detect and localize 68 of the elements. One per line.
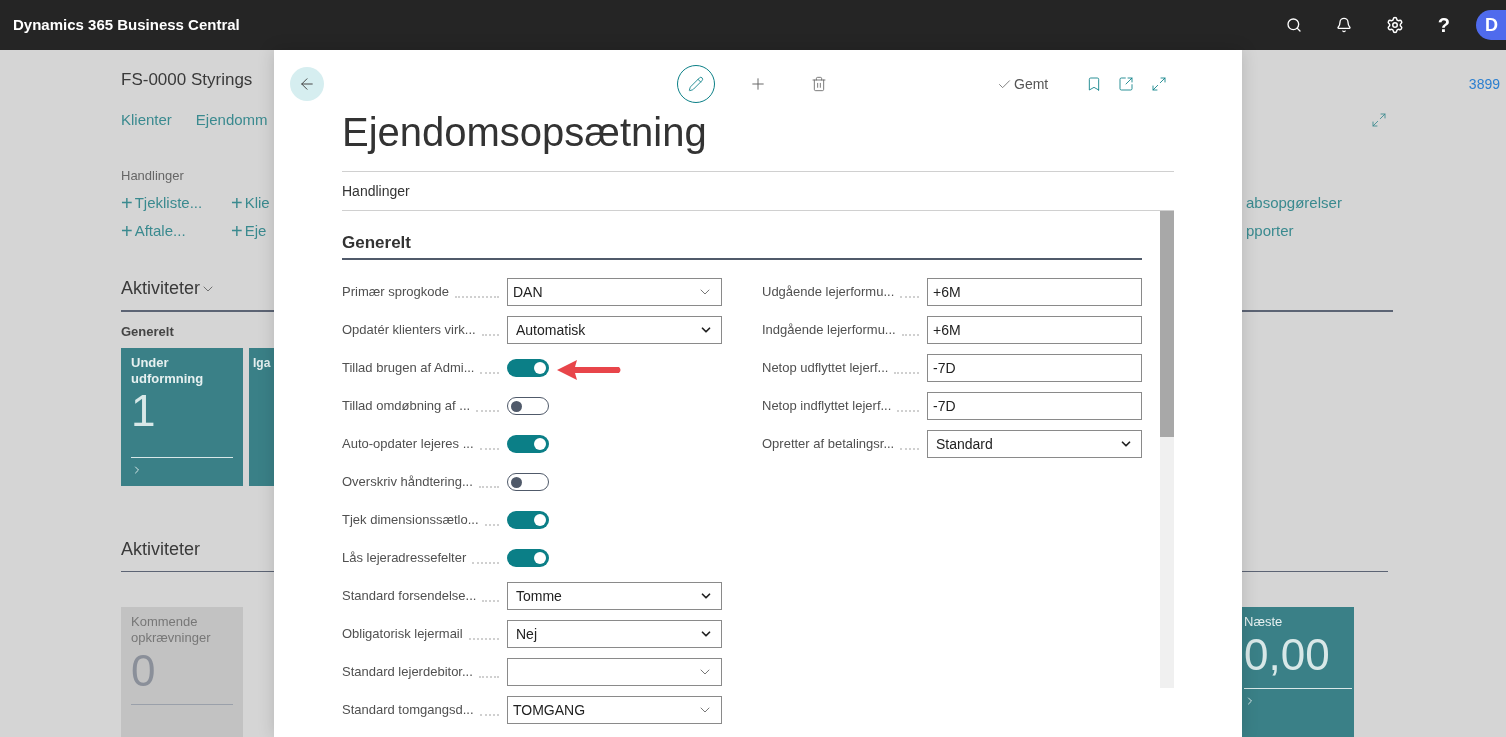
field-label: Tillad omdøbning af ... (342, 397, 471, 416)
dropdown-field[interactable] (507, 658, 722, 686)
dropdown-field[interactable]: DAN (507, 278, 722, 306)
field-label: Tillad brugen af Admi... (342, 359, 475, 378)
section-heading: Aktiviteter (121, 538, 201, 559)
arrow-annotation (555, 358, 623, 382)
tile-title: Kommende opkrævninger (131, 613, 212, 646)
field-label: Netop udflyttet lejerf... (762, 359, 889, 378)
field-label: Indgående lejerformu... (762, 321, 896, 340)
toggle-switch[interactable] (507, 549, 549, 567)
tile-value: 0,00 (1244, 629, 1331, 680)
text-field[interactable]: -7D (927, 392, 1142, 420)
toggle-switch[interactable] (507, 359, 549, 377)
activity-tile[interactable]: Under udformning 1 (121, 347, 243, 486)
text-field[interactable]: +6M (927, 278, 1142, 306)
field-label: Obligatorisk lejermail (342, 625, 463, 644)
field-label: Opdatér klienters virk... (342, 321, 476, 340)
scrollbar[interactable] (1160, 211, 1174, 688)
help-button[interactable]: ? (1437, 10, 1450, 40)
expand-icon[interactable] (1151, 76, 1168, 92)
dropdown-field[interactable]: TOMGANG (507, 696, 722, 724)
back-button[interactable] (290, 67, 324, 101)
section-heading[interactable]: Generelt (342, 233, 411, 252)
tile-title: Iga (253, 354, 271, 371)
tile-value: 0 (131, 645, 157, 696)
saved-status: Gemt (1014, 74, 1049, 94)
search-icon[interactable] (1285, 17, 1302, 33)
field-label: Lås lejeradressefelter (342, 549, 467, 568)
field-label: Udgående lejerformu... (762, 283, 895, 302)
trash-icon[interactable] (811, 76, 827, 92)
field-label: Opretter af betalingsr... (762, 435, 895, 454)
tile-title: Under udformning (131, 354, 205, 387)
toggle-switch[interactable] (507, 435, 549, 453)
page-title: FS-0000 Styrings (121, 69, 253, 92)
toggle-switch[interactable] (507, 473, 549, 491)
menu-tab[interactable]: Handlinger (342, 180, 410, 202)
group-label: Generelt (121, 323, 174, 341)
toggle-switch[interactable] (507, 397, 549, 415)
dropdown-field[interactable]: Standard (927, 430, 1142, 458)
field-label: Standard forsendelse... (342, 587, 477, 606)
activity-tile[interactable]: Iga (249, 347, 274, 486)
pencil-icon (688, 76, 704, 92)
toggle-switch[interactable] (507, 511, 549, 529)
dialog-title: Ejendomsopsætning (342, 110, 708, 154)
app-name: Dynamics 365 Business Central (13, 14, 240, 35)
dropdown-field[interactable]: Tomme (507, 582, 722, 610)
section-label: Handlinger (121, 166, 184, 185)
text-field[interactable]: -7D (927, 354, 1142, 382)
tile-value: 1 (131, 386, 156, 435)
field-label: Primær sprogkode (342, 283, 449, 302)
field-label: Auto-opdater lejeres ... (342, 435, 474, 454)
dropdown-field[interactable]: Automatisk (507, 316, 722, 344)
expand-icon[interactable] (1371, 112, 1387, 129)
field-label: Tjek dimensionssætlo... (342, 511, 479, 530)
field-label: Netop indflyttet lejerf... (762, 397, 892, 416)
field-label: Overskriv håndtering... (342, 473, 473, 492)
dropdown-field[interactable]: Nej (507, 620, 722, 648)
bell-icon[interactable] (1335, 17, 1352, 33)
section-heading[interactable]: Aktiviteter (121, 275, 201, 302)
text-field[interactable]: +6M (927, 316, 1142, 344)
field-label: Standard tomgangsd... (342, 701, 474, 720)
field-label: Standard lejerdebitor... (342, 663, 473, 682)
popout-icon[interactable] (1118, 76, 1135, 92)
tile-title: Næste (1244, 613, 1284, 630)
avatar[interactable]: D (1476, 10, 1506, 40)
activity-tile[interactable]: Næste 0,00 (1242, 606, 1354, 737)
settings-icon[interactable] (1385, 16, 1404, 34)
plus-icon[interactable] (749, 75, 767, 93)
